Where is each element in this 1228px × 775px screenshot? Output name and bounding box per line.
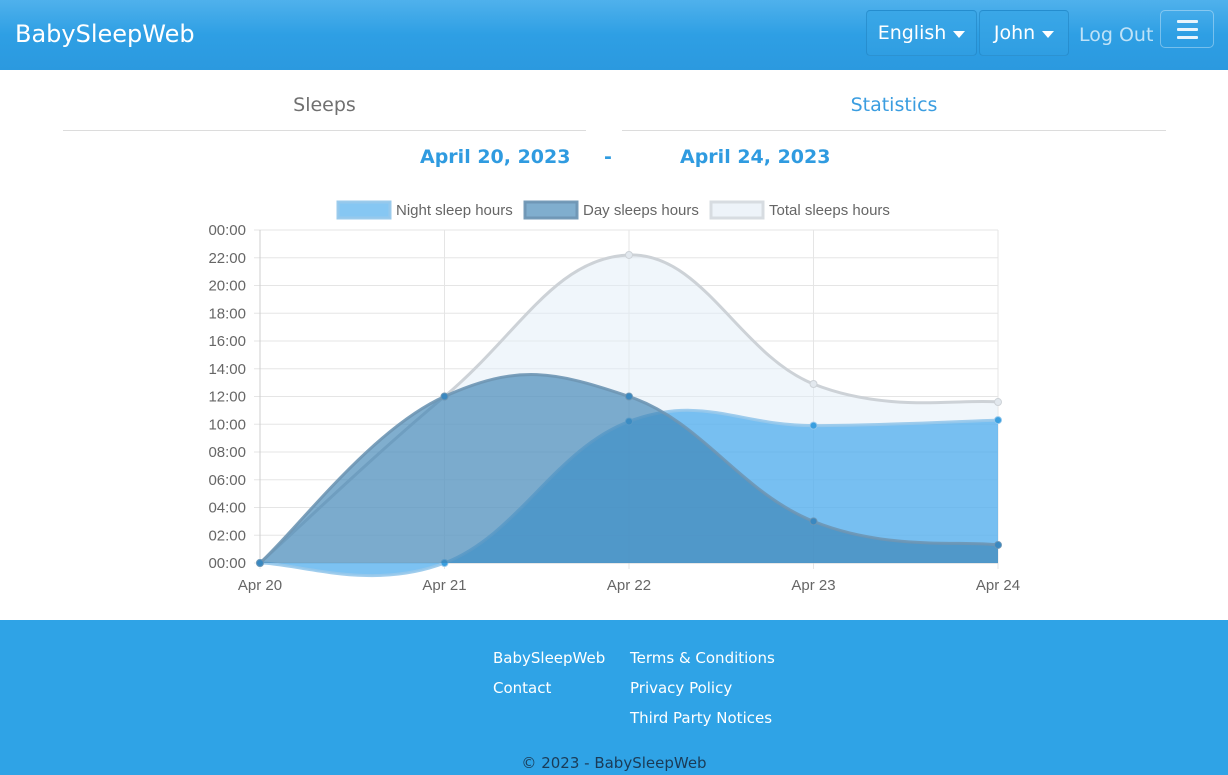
logout-link[interactable]: Log Out	[1079, 24, 1153, 46]
language-dropdown-label: English	[877, 22, 947, 44]
data-point	[440, 392, 449, 401]
data-point	[625, 392, 633, 401]
date-to-picker[interactable]: April 24, 2023	[680, 146, 830, 168]
y-tick-label: 14:00	[208, 361, 246, 378]
legend-swatch	[336, 200, 392, 220]
x-tick-label: Apr 20	[238, 577, 282, 594]
legend-label: Day sleeps hours	[583, 202, 699, 219]
y-tick-label: 16:00	[208, 333, 246, 350]
y-tick-label: 00:00	[208, 555, 246, 572]
legend-swatch	[523, 200, 579, 220]
footer-link-privacy[interactable]: Privacy Policy	[630, 679, 732, 697]
data-point	[994, 398, 1002, 407]
data-point	[809, 380, 818, 389]
y-tick-label: 22:00	[208, 250, 246, 267]
chevron-down-icon	[1042, 30, 1055, 38]
data-point	[256, 559, 264, 567]
date-range-separator: -	[604, 146, 612, 168]
brand-link[interactable]: BabySleepWeb	[15, 20, 195, 48]
y-tick-label: 02:00	[208, 527, 246, 544]
legend-label: Night sleep hours	[396, 202, 513, 219]
y-tick-label: 18:00	[208, 305, 246, 322]
footer-link-contact[interactable]: Contact	[493, 679, 551, 697]
x-tick-label: Apr 24	[976, 577, 1020, 594]
menu-toggle-button[interactable]	[1160, 10, 1214, 48]
legend-label: Total sleeps hours	[769, 202, 890, 219]
footer: BabySleepWeb Contact Terms & Conditions …	[0, 620, 1228, 775]
footer-link-third-party[interactable]: Third Party Notices	[630, 709, 772, 727]
hamburger-icon-bar	[1177, 28, 1198, 31]
copyright-text: © 2023 - BabySleepWeb	[521, 754, 707, 772]
legend-swatch	[709, 200, 765, 220]
tab-sleeps[interactable]: Sleeps	[63, 94, 586, 131]
user-dropdown[interactable]: John	[979, 10, 1069, 56]
date-from-picker[interactable]: April 20, 2023	[420, 146, 570, 168]
y-tick-label: 12:00	[208, 389, 246, 406]
chevron-down-icon	[953, 30, 966, 38]
hamburger-icon-bar	[1177, 36, 1198, 39]
x-tick-label: Apr 23	[791, 577, 835, 594]
data-point	[994, 416, 1002, 425]
y-tick-label: 00:00	[208, 222, 246, 239]
data-point	[994, 540, 1002, 549]
data-point	[625, 250, 633, 259]
navbar: BabySleepWeb English John Log Out	[0, 0, 1228, 70]
y-tick-label: 06:00	[208, 472, 246, 489]
tab-statistics[interactable]: Statistics	[622, 94, 1166, 131]
user-dropdown-label: John	[993, 22, 1036, 44]
sleep-statistics-chart: 00:00 02:00 04:00 06:00 08:00 10:00 12:00 14:00…	[208, 200, 1020, 594]
hamburger-icon	[1177, 20, 1198, 23]
y-tick-label: 20:00	[208, 278, 246, 295]
x-tick-label: Apr 22	[607, 577, 651, 594]
footer-link-brand[interactable]: BabySleepWeb	[493, 649, 605, 667]
footer-link-terms[interactable]: Terms & Conditions	[630, 649, 775, 667]
y-tick-label: 08:00	[208, 444, 246, 461]
y-tick-label: 04:00	[208, 500, 246, 517]
data-point	[809, 421, 818, 430]
data-point	[809, 517, 818, 526]
language-dropdown[interactable]: English	[866, 10, 977, 56]
x-tick-label: Apr 21	[422, 577, 466, 594]
y-tick-label: 10:00	[208, 416, 246, 433]
